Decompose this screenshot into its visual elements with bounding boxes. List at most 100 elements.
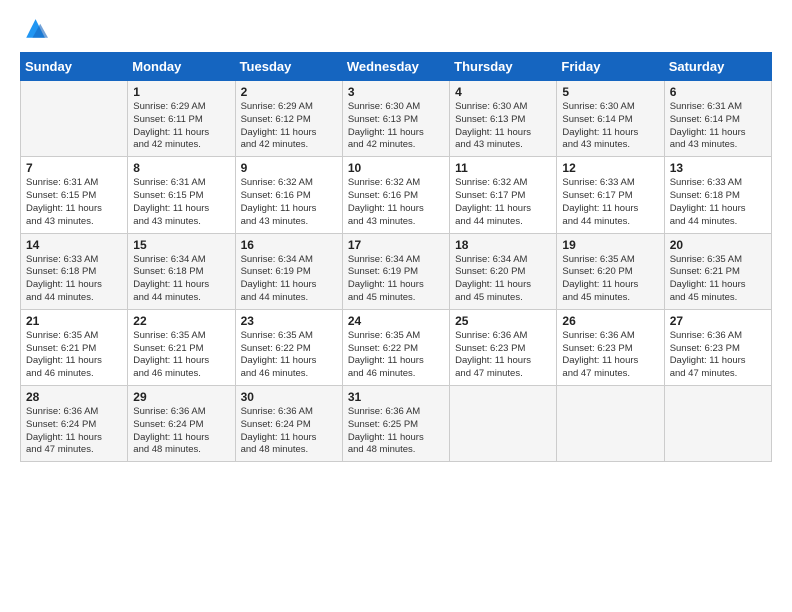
week-row-3: 21Sunrise: 6:35 AM Sunset: 6:21 PM Dayli…	[21, 309, 772, 385]
day-number: 10	[348, 161, 445, 175]
day-number: 22	[133, 314, 230, 328]
day-number: 3	[348, 85, 445, 99]
day-number: 13	[670, 161, 767, 175]
day-cell: 7 Sunrise: 6:31 AM Sunset: 6:15 PM Daylig…	[21, 157, 128, 233]
day-cell: 30 Sunrise: 6:36 AM Sunset: 6:24 PM Dayli…	[235, 386, 342, 462]
header-day-wednesday: Wednesday	[342, 53, 449, 81]
day-cell	[664, 386, 771, 462]
day-detail: Sunrise: 6:36 AM Sunset: 6:23 PM Dayligh…	[455, 330, 552, 381]
day-cell: 12Sunrise: 6:33 AM Sunset: 6:17 PM Dayli…	[557, 157, 664, 233]
header	[20, 16, 772, 44]
week-row-1: 7 Sunrise: 6:31 AM Sunset: 6:15 PM Daylig…	[21, 157, 772, 233]
week-row-4: 28Sunrise: 6:36 AM Sunset: 6:24 PM Dayli…	[21, 386, 772, 462]
page: SundayMondayTuesdayWednesdayThursdayFrid…	[0, 0, 792, 612]
day-detail: Sunrise: 6:33 AM Sunset: 6:18 PM Dayligh…	[26, 254, 123, 305]
day-cell: 1 Sunrise: 6:29 AM Sunset: 6:11 PM Daylig…	[128, 81, 235, 157]
day-cell: 23 Sunrise: 6:35 AM Sunset: 6:22 PM Dayli…	[235, 309, 342, 385]
day-number: 19	[562, 238, 659, 252]
header-row: SundayMondayTuesdayWednesdayThursdayFrid…	[21, 53, 772, 81]
day-cell: 2Sunrise: 6:29 AM Sunset: 6:12 PM Daylig…	[235, 81, 342, 157]
day-number: 14	[26, 238, 123, 252]
day-detail: Sunrise: 6:30 AM Sunset: 6:14 PM Dayligh…	[562, 101, 659, 152]
day-cell: 13 Sunrise: 6:33 AM Sunset: 6:18 PM Dayli…	[664, 157, 771, 233]
day-detail: Sunrise: 6:29 AM Sunset: 6:11 PM Dayligh…	[133, 101, 230, 152]
day-number: 6	[670, 85, 767, 99]
day-detail: Sunrise: 6:34 AM Sunset: 6:20 PM Dayligh…	[455, 254, 552, 305]
day-number: 20	[670, 238, 767, 252]
day-number: 8	[133, 161, 230, 175]
week-row-0: 1 Sunrise: 6:29 AM Sunset: 6:11 PM Daylig…	[21, 81, 772, 157]
day-number: 30	[241, 390, 338, 404]
day-detail: Sunrise: 6:30 AM Sunset: 6:13 PM Dayligh…	[348, 101, 445, 152]
day-cell: 19 Sunrise: 6:35 AM Sunset: 6:20 PM Dayli…	[557, 233, 664, 309]
day-cell: 10 Sunrise: 6:32 AM Sunset: 6:16 PM Dayli…	[342, 157, 449, 233]
day-detail: Sunrise: 6:34 AM Sunset: 6:19 PM Dayligh…	[241, 254, 338, 305]
day-number: 17	[348, 238, 445, 252]
day-detail: Sunrise: 6:32 AM Sunset: 6:16 PM Dayligh…	[348, 177, 445, 228]
day-detail: Sunrise: 6:36 AM Sunset: 6:25 PM Dayligh…	[348, 406, 445, 457]
logo-icon	[20, 16, 48, 44]
day-cell: 15 Sunrise: 6:34 AM Sunset: 6:18 PM Dayli…	[128, 233, 235, 309]
day-number: 9	[241, 161, 338, 175]
header-day-tuesday: Tuesday	[235, 53, 342, 81]
day-cell: 17Sunrise: 6:34 AM Sunset: 6:19 PM Dayli…	[342, 233, 449, 309]
day-detail: Sunrise: 6:35 AM Sunset: 6:21 PM Dayligh…	[670, 254, 767, 305]
day-cell: 16 Sunrise: 6:34 AM Sunset: 6:19 PM Dayli…	[235, 233, 342, 309]
day-number: 11	[455, 161, 552, 175]
day-detail: Sunrise: 6:35 AM Sunset: 6:21 PM Dayligh…	[26, 330, 123, 381]
day-number: 4	[455, 85, 552, 99]
day-number: 29	[133, 390, 230, 404]
day-cell: 3 Sunrise: 6:30 AM Sunset: 6:13 PM Daylig…	[342, 81, 449, 157]
day-cell: 24 Sunrise: 6:35 AM Sunset: 6:22 PM Dayli…	[342, 309, 449, 385]
day-detail: Sunrise: 6:35 AM Sunset: 6:22 PM Dayligh…	[348, 330, 445, 381]
header-day-sunday: Sunday	[21, 53, 128, 81]
day-number: 26	[562, 314, 659, 328]
calendar-table: SundayMondayTuesdayWednesdayThursdayFrid…	[20, 52, 772, 462]
day-cell: 25Sunrise: 6:36 AM Sunset: 6:23 PM Dayli…	[450, 309, 557, 385]
day-detail: Sunrise: 6:36 AM Sunset: 6:23 PM Dayligh…	[562, 330, 659, 381]
day-cell: 6 Sunrise: 6:31 AM Sunset: 6:14 PM Daylig…	[664, 81, 771, 157]
day-number: 27	[670, 314, 767, 328]
day-detail: Sunrise: 6:34 AM Sunset: 6:18 PM Dayligh…	[133, 254, 230, 305]
day-detail: Sunrise: 6:36 AM Sunset: 6:24 PM Dayligh…	[133, 406, 230, 457]
day-number: 31	[348, 390, 445, 404]
day-detail: Sunrise: 6:35 AM Sunset: 6:22 PM Dayligh…	[241, 330, 338, 381]
day-detail: Sunrise: 6:35 AM Sunset: 6:20 PM Dayligh…	[562, 254, 659, 305]
day-detail: Sunrise: 6:36 AM Sunset: 6:24 PM Dayligh…	[26, 406, 123, 457]
header-day-monday: Monday	[128, 53, 235, 81]
day-number: 23	[241, 314, 338, 328]
day-cell: 11 Sunrise: 6:32 AM Sunset: 6:17 PM Dayli…	[450, 157, 557, 233]
day-detail: Sunrise: 6:36 AM Sunset: 6:24 PM Dayligh…	[241, 406, 338, 457]
week-row-2: 14 Sunrise: 6:33 AM Sunset: 6:18 PM Dayli…	[21, 233, 772, 309]
day-cell: 22 Sunrise: 6:35 AM Sunset: 6:21 PM Dayli…	[128, 309, 235, 385]
day-cell	[557, 386, 664, 462]
day-number: 18	[455, 238, 552, 252]
day-number: 24	[348, 314, 445, 328]
header-day-saturday: Saturday	[664, 53, 771, 81]
day-number: 1	[133, 85, 230, 99]
day-number: 16	[241, 238, 338, 252]
day-cell: 31 Sunrise: 6:36 AM Sunset: 6:25 PM Dayli…	[342, 386, 449, 462]
day-cell	[21, 81, 128, 157]
day-detail: Sunrise: 6:31 AM Sunset: 6:15 PM Dayligh…	[26, 177, 123, 228]
day-detail: Sunrise: 6:33 AM Sunset: 6:17 PM Dayligh…	[562, 177, 659, 228]
day-detail: Sunrise: 6:36 AM Sunset: 6:23 PM Dayligh…	[670, 330, 767, 381]
day-cell: 29 Sunrise: 6:36 AM Sunset: 6:24 PM Dayli…	[128, 386, 235, 462]
day-detail: Sunrise: 6:33 AM Sunset: 6:18 PM Dayligh…	[670, 177, 767, 228]
day-detail: Sunrise: 6:32 AM Sunset: 6:17 PM Dayligh…	[455, 177, 552, 228]
day-cell	[450, 386, 557, 462]
day-cell: 27 Sunrise: 6:36 AM Sunset: 6:23 PM Dayli…	[664, 309, 771, 385]
day-cell: 4 Sunrise: 6:30 AM Sunset: 6:13 PM Daylig…	[450, 81, 557, 157]
day-detail: Sunrise: 6:35 AM Sunset: 6:21 PM Dayligh…	[133, 330, 230, 381]
day-cell: 20 Sunrise: 6:35 AM Sunset: 6:21 PM Dayli…	[664, 233, 771, 309]
day-cell: 21Sunrise: 6:35 AM Sunset: 6:21 PM Dayli…	[21, 309, 128, 385]
day-number: 2	[241, 85, 338, 99]
day-detail: Sunrise: 6:30 AM Sunset: 6:13 PM Dayligh…	[455, 101, 552, 152]
day-number: 15	[133, 238, 230, 252]
day-number: 7	[26, 161, 123, 175]
day-cell: 8Sunrise: 6:31 AM Sunset: 6:15 PM Daylig…	[128, 157, 235, 233]
day-cell: 5 Sunrise: 6:30 AM Sunset: 6:14 PM Daylig…	[557, 81, 664, 157]
header-day-thursday: Thursday	[450, 53, 557, 81]
day-detail: Sunrise: 6:31 AM Sunset: 6:14 PM Dayligh…	[670, 101, 767, 152]
day-number: 5	[562, 85, 659, 99]
